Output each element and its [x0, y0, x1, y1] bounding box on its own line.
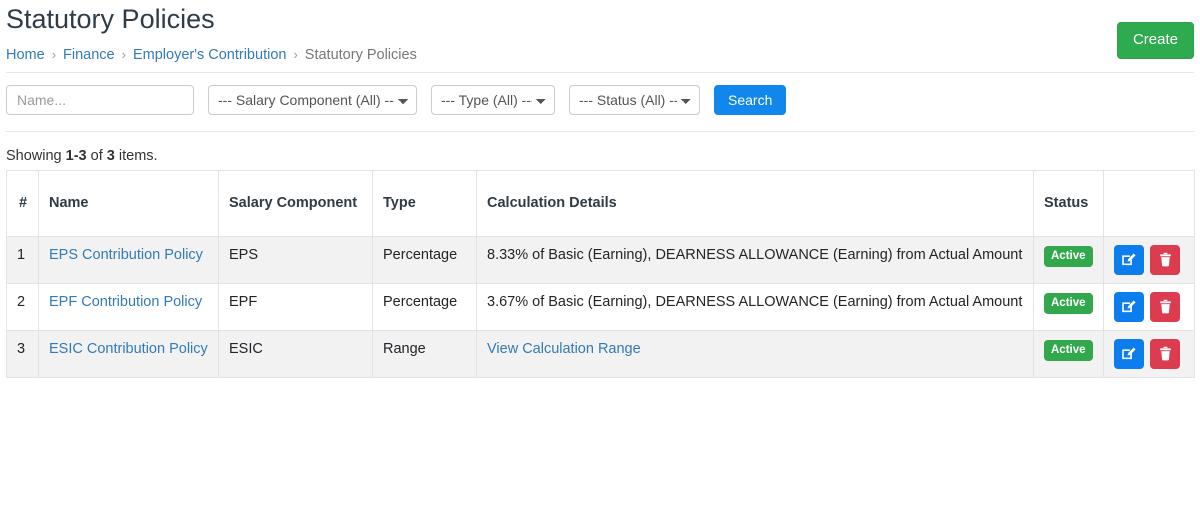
trash-icon: [1158, 252, 1173, 268]
pen-to-square-icon: [1121, 252, 1137, 268]
policies-table: # Name Salary Component Type Calculation…: [6, 170, 1195, 378]
cell-actions: [1103, 283, 1195, 331]
breadcrumb-item-statutory-policies: Statutory Policies: [304, 47, 417, 63]
header-divider: [6, 72, 1194, 73]
policy-name-link[interactable]: ESIC Contribution Policy: [49, 341, 208, 357]
search-name-input[interactable]: [6, 85, 194, 115]
pen-to-square-icon: [1121, 299, 1137, 315]
status-select[interactable]: --- Status (All) ---: [569, 85, 700, 115]
column-header-index: #: [6, 170, 39, 237]
breadcrumb-separator: ›: [121, 47, 126, 62]
cell-status: Active: [1033, 330, 1104, 378]
policy-name-link[interactable]: EPS Contribution Policy: [49, 247, 203, 263]
column-header-status: Status: [1033, 170, 1104, 237]
salary-component-select[interactable]: --- Salary Component (All) ---: [208, 85, 417, 115]
delete-button[interactable]: [1150, 292, 1180, 322]
edit-button[interactable]: [1114, 245, 1144, 275]
cell-actions: [1103, 236, 1195, 284]
cell-index: 1: [6, 236, 39, 284]
summary-middle: of: [86, 148, 107, 164]
cell-name: EPS Contribution Policy: [38, 236, 219, 284]
status-badge: Active: [1044, 340, 1093, 361]
status-badge: Active: [1044, 293, 1093, 314]
create-button[interactable]: Create: [1116, 22, 1194, 59]
cell-type: Percentage: [372, 236, 477, 284]
cell-calculation-details: 8.33% of Basic (Earning), DEARNESS ALLOW…: [476, 236, 1034, 284]
view-calculation-range-link[interactable]: View Calculation Range: [487, 341, 641, 357]
summary-total: 3: [106, 148, 115, 164]
cell-index: 2: [6, 283, 39, 331]
statutory-policies-page: Statutory Policies Home › Finance › Employer…: [0, 0, 1200, 525]
cell-type: Percentage: [372, 283, 477, 331]
summary-suffix: items.: [114, 148, 158, 164]
delete-button[interactable]: [1150, 339, 1180, 369]
policies-table-wrapper: # Name Salary Component Type Calculation…: [6, 170, 1195, 378]
type-select[interactable]: --- Type (All) ---: [431, 85, 555, 115]
edit-button[interactable]: [1114, 292, 1144, 322]
table-head: # Name Salary Component Type Calculation…: [6, 170, 1195, 237]
cell-actions: [1103, 330, 1195, 378]
filter-divider: [6, 131, 1194, 132]
table-row: 1 EPS Contribution Policy EPS Percentage…: [6, 236, 1195, 284]
page-header: Statutory Policies Home › Finance › Employer…: [0, 0, 1200, 72]
search-button[interactable]: Search: [714, 85, 787, 115]
table-header-row: # Name Salary Component Type Calculation…: [6, 170, 1195, 237]
table-row: 3 ESIC Contribution Policy ESIC Range Vi…: [6, 330, 1195, 378]
cell-index: 3: [6, 330, 39, 378]
column-header-salary-component: Salary Component: [218, 170, 373, 237]
cell-calculation-details: 3.67% of Basic (Earning), DEARNESS ALLOW…: [476, 283, 1034, 331]
edit-button[interactable]: [1114, 339, 1144, 369]
cell-calculation-details: View Calculation Range: [476, 330, 1034, 378]
table-row: 2 EPF Contribution Policy EPF Percentage…: [6, 283, 1195, 331]
policy-name-link[interactable]: EPF Contribution Policy: [49, 294, 202, 310]
table-body: 1 EPS Contribution Policy EPS Percentage…: [6, 236, 1195, 378]
column-header-name: Name: [38, 170, 219, 237]
cell-type: Range: [372, 330, 477, 378]
cell-name: ESIC Contribution Policy: [38, 330, 219, 378]
breadcrumb-item-home[interactable]: Home: [6, 47, 45, 63]
summary-range: 1-3: [65, 148, 87, 164]
trash-icon: [1158, 299, 1173, 315]
delete-button[interactable]: [1150, 245, 1180, 275]
breadcrumb-item-employer-s-contribution[interactable]: Employer's Contribution: [133, 47, 286, 63]
cell-salary-component: EPF: [218, 283, 373, 331]
cell-salary-component: ESIC: [218, 330, 373, 378]
trash-icon: [1158, 346, 1173, 362]
summary-prefix: Showing: [6, 148, 66, 164]
cell-salary-component: EPS: [218, 236, 373, 284]
cell-name: EPF Contribution Policy: [38, 283, 219, 331]
cell-status: Active: [1033, 283, 1104, 331]
pen-to-square-icon: [1121, 346, 1137, 362]
cell-status: Active: [1033, 236, 1104, 284]
breadcrumb-separator: ›: [293, 47, 298, 62]
breadcrumb-item-finance[interactable]: Finance: [63, 47, 115, 63]
page-title: Statutory Policies: [6, 4, 215, 34]
column-header-actions: [1103, 170, 1195, 237]
column-header-type: Type: [372, 170, 477, 237]
filter-bar: --- Salary Component (All) --- --- Type …: [6, 85, 787, 115]
breadcrumb: Home › Finance › Employer's Contribution › Sta…: [6, 45, 417, 65]
results-summary: Showing 1-3 of 3 items.: [6, 146, 158, 166]
column-header-calculation-details: Calculation Details: [476, 170, 1034, 237]
breadcrumb-separator: ›: [51, 47, 57, 62]
status-badge: Active: [1044, 246, 1093, 267]
